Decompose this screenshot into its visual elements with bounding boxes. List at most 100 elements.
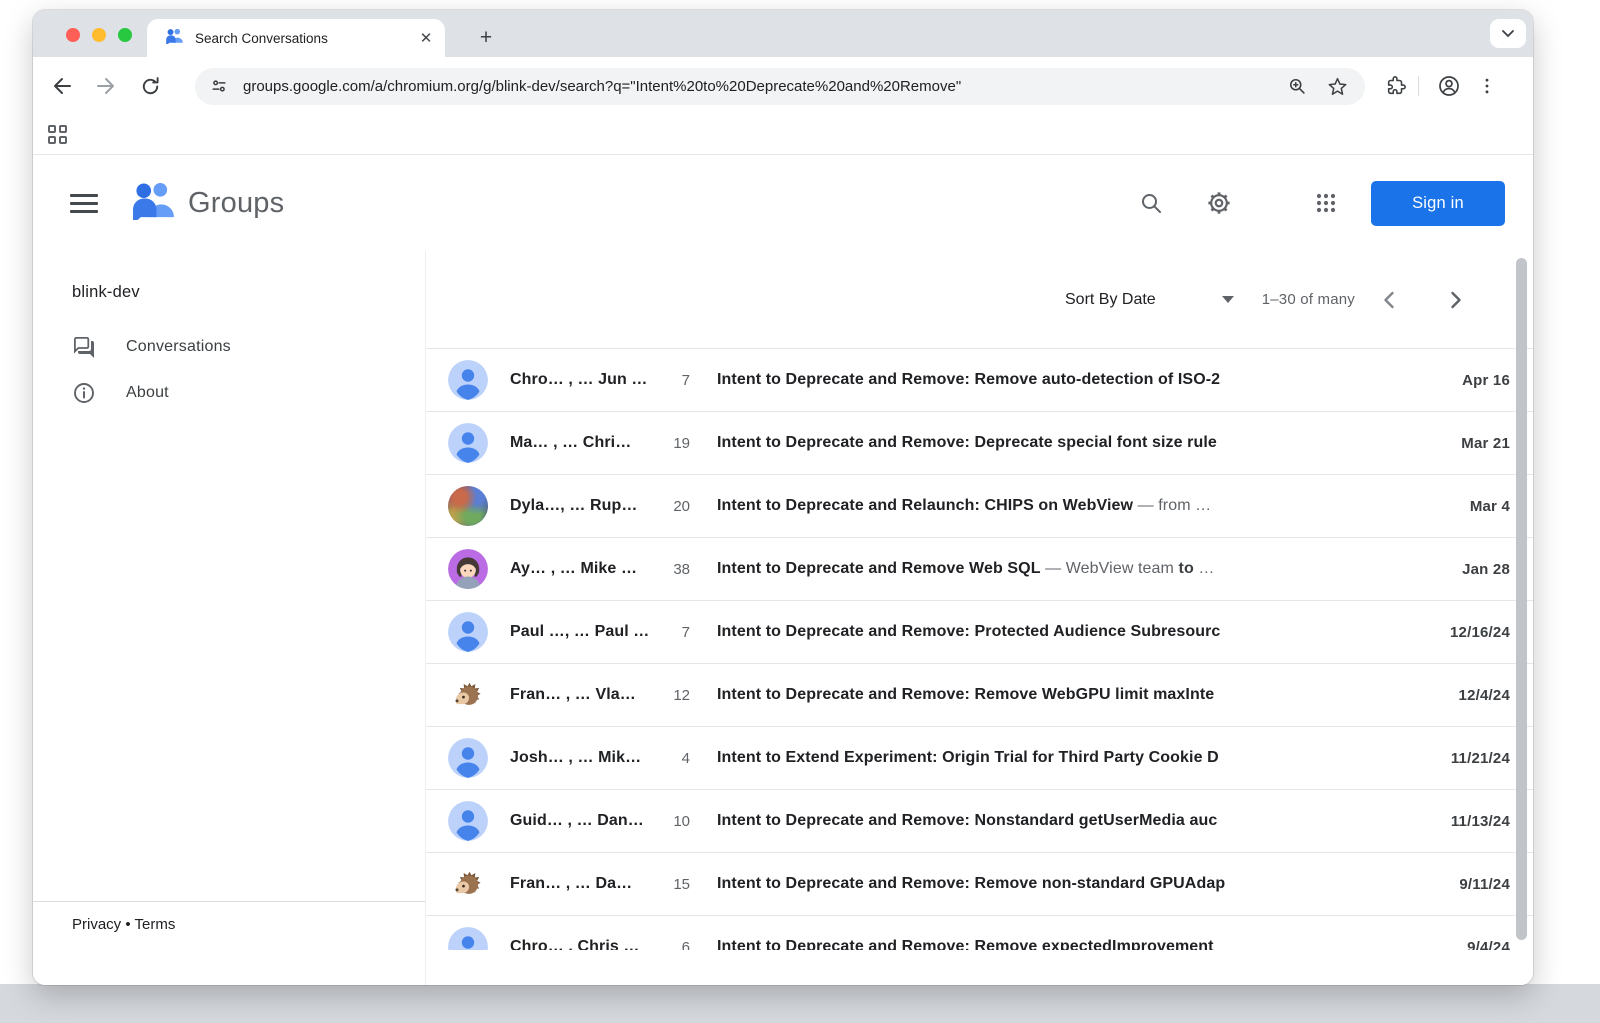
- participants: Dyla…, … Rup…: [510, 497, 662, 515]
- google-apps-button[interactable]: [1313, 190, 1339, 216]
- group-name: blink-dev: [33, 251, 425, 302]
- zoom-window-button[interactable]: [118, 28, 132, 42]
- subject: Intent to Deprecate and Remove: Deprecat…: [717, 434, 1302, 452]
- bookmark-button[interactable]: [1323, 72, 1351, 100]
- subject: Intent to Deprecate and Remove Web SQL —…: [717, 560, 1302, 578]
- main-menu-button[interactable]: [70, 192, 98, 215]
- hedgehog-emoji-avatar: [448, 864, 488, 904]
- search-icon: [1139, 191, 1163, 215]
- conversation-date: Mar 21: [1302, 435, 1533, 452]
- conversation-date: Mar 4: [1302, 498, 1533, 515]
- product-name[interactable]: Groups: [188, 187, 284, 220]
- subject: Intent to Deprecate and Remove: Remove a…: [717, 371, 1302, 389]
- conversation-date: Jan 28: [1302, 561, 1533, 578]
- conversation-row[interactable]: Ay… , … Mike … 38 Intent to Deprecate an…: [426, 537, 1533, 600]
- sidebar-item-label: About: [126, 384, 169, 402]
- puzzle-icon: [1385, 75, 1407, 97]
- sidebar-item-conversations[interactable]: Conversations: [33, 324, 425, 370]
- default-person-avatar: [448, 801, 488, 841]
- conversation-row[interactable]: Fran… , … Vla… 12 Intent to Deprecate an…: [426, 663, 1533, 726]
- message-count: 12: [664, 687, 690, 704]
- sidebar-item-about[interactable]: About: [33, 370, 425, 416]
- sidebar-item-label: Conversations: [126, 338, 231, 356]
- browser-window: Search Conversations ✕ +: [33, 10, 1533, 985]
- tab-search-button[interactable]: [1490, 19, 1526, 48]
- hedgehog-emoji-avatar: [448, 675, 488, 715]
- default-person-avatar: [448, 423, 488, 463]
- default-person-avatar: [448, 360, 488, 400]
- browser-tab[interactable]: Search Conversations ✕: [147, 19, 445, 57]
- conversation-row[interactable]: Fran… , … Da… 15 Intent to Deprecate and…: [426, 852, 1533, 915]
- sort-dropdown[interactable]: Sort By Date: [1065, 291, 1156, 309]
- conversation-row[interactable]: Dyla…, … Rup… 20 Intent to Deprecate and…: [426, 474, 1533, 537]
- message-count: 15: [664, 876, 690, 893]
- scrollbar-thumb[interactable]: [1516, 258, 1527, 940]
- bookmarks-bar: [33, 115, 1533, 155]
- subject: Intent to Deprecate and Remove: Remove n…: [717, 875, 1302, 893]
- message-count: 7: [664, 372, 690, 389]
- extensions-button[interactable]: [1381, 71, 1411, 101]
- prev-page-button[interactable]: [1380, 291, 1398, 309]
- tab-close-icon[interactable]: ✕: [417, 29, 435, 47]
- star-icon: [1327, 76, 1348, 97]
- conversation-row[interactable]: Guid… , … Dan… 10 Intent to Deprecate an…: [426, 789, 1533, 852]
- sign-in-button[interactable]: Sign in: [1371, 181, 1505, 226]
- conversation-rows: Chro… , … Jun … 7 Intent to Deprecate an…: [426, 348, 1533, 950]
- message-count: 19: [664, 435, 690, 452]
- kebab-menu-icon: [1477, 76, 1497, 96]
- browser-menu-button[interactable]: [1472, 71, 1502, 101]
- search-button[interactable]: [1138, 190, 1164, 216]
- privacy-terms-links[interactable]: Privacy • Terms: [33, 901, 425, 933]
- reload-icon: [139, 75, 162, 98]
- message-count: 10: [664, 813, 690, 830]
- conversation-row[interactable]: Ma… , … Chri… 19 Intent to Deprecate and…: [426, 411, 1533, 474]
- window-controls: [66, 28, 132, 42]
- url-text[interactable]: groups.google.com/a/chromium.org/g/blink…: [243, 78, 1271, 95]
- forward-button[interactable]: [91, 71, 121, 101]
- zoom-page-button[interactable]: [1283, 72, 1311, 100]
- info-icon: [72, 381, 96, 405]
- subject: Intent to Deprecate and Remove: Remove W…: [717, 686, 1302, 704]
- browser-toolbar: groups.google.com/a/chromium.org/g/blink…: [33, 57, 1533, 115]
- message-count: 20: [664, 498, 690, 515]
- default-person-avatar: [448, 738, 488, 778]
- site-settings-icon: [209, 76, 229, 96]
- back-button[interactable]: [47, 71, 77, 101]
- conversation-date: 11/13/24: [1302, 813, 1533, 830]
- profile-button[interactable]: [1434, 71, 1464, 101]
- participants: Fran… , … Vla…: [510, 686, 662, 704]
- next-page-button[interactable]: [1447, 291, 1465, 309]
- apps-grid-icon: [1314, 191, 1338, 215]
- conversation-row[interactable]: Paul …, … Paul … 7 Intent to Deprecate a…: [426, 600, 1533, 663]
- address-bar[interactable]: groups.google.com/a/chromium.org/g/blink…: [195, 68, 1365, 105]
- subject: Intent to Extend Experiment: Origin Tria…: [717, 749, 1302, 767]
- tab-groups-grid-icon[interactable]: [48, 125, 67, 144]
- groups-header: Groups: [33, 155, 1533, 251]
- dropdown-arrow-icon[interactable]: [1222, 296, 1234, 303]
- chevron-left-icon: [1383, 291, 1395, 309]
- toolbar-divider: [1418, 76, 1419, 96]
- conversation-row[interactable]: Chro… , Chris … 6 Intent to Deprecate an…: [426, 915, 1533, 950]
- subject: Intent to Deprecate and Remove: Nonstand…: [717, 812, 1302, 830]
- default-person-avatar: [448, 612, 488, 652]
- conversation-row[interactable]: Chro… , … Jun … 7 Intent to Deprecate an…: [426, 348, 1533, 411]
- forum-icon: [72, 335, 96, 359]
- groups-logo-icon[interactable]: [130, 181, 177, 225]
- conversation-row[interactable]: Josh… , … Mik… 4 Intent to Extend Experi…: [426, 726, 1533, 789]
- settings-button[interactable]: [1206, 190, 1232, 216]
- close-window-button[interactable]: [66, 28, 80, 42]
- groups-favicon-icon: [165, 28, 184, 49]
- site-info-button[interactable]: [205, 72, 233, 100]
- reload-button[interactable]: [135, 71, 165, 101]
- participants: Fran… , … Da…: [510, 875, 662, 893]
- participants: Chro… , … Jun …: [510, 371, 662, 389]
- girl-illustration-avatar: [448, 549, 488, 589]
- list-toolbar: Sort By Date 1–30 of many: [426, 251, 1533, 348]
- conversation-date: 12/4/24: [1302, 687, 1533, 704]
- participants: Ma… , … Chri…: [510, 434, 662, 452]
- new-tab-button[interactable]: +: [470, 22, 502, 54]
- conversation-date: 11/21/24: [1302, 750, 1533, 767]
- minimize-window-button[interactable]: [92, 28, 106, 42]
- conversation-date: Apr 16: [1302, 372, 1533, 389]
- subject: Intent to Deprecate and Remove: Remove e…: [717, 938, 1302, 950]
